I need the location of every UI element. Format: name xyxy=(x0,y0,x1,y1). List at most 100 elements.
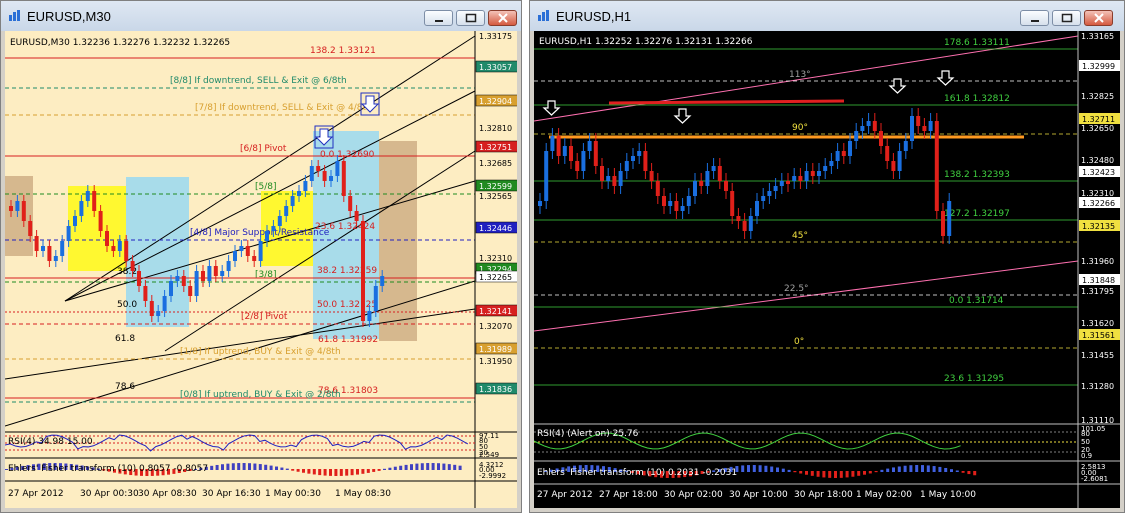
candle xyxy=(367,311,372,321)
candle xyxy=(730,191,735,216)
fisher-bar xyxy=(816,471,820,477)
price-tag-label: 1.32446 xyxy=(479,224,512,233)
price-tag-label: 1.32266 xyxy=(1082,199,1115,208)
price-axis-label: 1.32650 xyxy=(1081,124,1114,133)
fisher-bar xyxy=(302,469,305,473)
level-label: 50.0 xyxy=(117,300,137,310)
rsi-label: RSI(4) 34.98 15.00 xyxy=(8,437,93,447)
candle xyxy=(15,201,20,211)
chart-header: EURUSD,M30 1.32236 1.32276 1.32232 1.322… xyxy=(10,38,230,48)
candle xyxy=(606,176,611,181)
down-arrow-icon xyxy=(542,100,561,116)
candle xyxy=(233,251,237,261)
fisher-bar xyxy=(828,471,832,478)
time-axis-label: 27 Apr 2012 xyxy=(537,490,593,500)
candle xyxy=(860,126,865,131)
candle xyxy=(575,161,580,171)
time-axis-label: 27 Apr 2012 xyxy=(8,489,64,499)
time-axis-label: 30 Apr 02:00 xyxy=(664,490,723,500)
candle xyxy=(245,246,250,256)
level-label: [0/8] If uptrend, BUY & Exit @ 2/8th xyxy=(180,390,341,400)
candle xyxy=(348,196,353,211)
level-label: [8/8] If downtrend, SELL & Exit @ 6/8th xyxy=(170,76,347,86)
candle xyxy=(581,151,586,171)
fisher-bar xyxy=(356,469,359,475)
rsi-label: RSI(4) (Alert on) 25.76 xyxy=(537,429,639,439)
level-label: 178.6 1.33111 xyxy=(944,38,1010,48)
candle xyxy=(239,246,244,251)
time-axis-label: 1 May 08:30 xyxy=(335,489,391,499)
candle xyxy=(668,201,673,206)
price-tag-label: 1.31848 xyxy=(1082,276,1115,285)
minimize-button[interactable] xyxy=(424,10,453,26)
minimize-button[interactable] xyxy=(1020,10,1049,26)
down-arrow-icon xyxy=(936,70,955,86)
candle xyxy=(130,261,135,271)
chart-window-eurusd-h1[interactable]: EURUSD,H1 178.6 1.33111 113° 161.8 1.32812… xyxy=(529,0,1125,513)
m30-chart-area[interactable]: 138.2 1.33121 [8/8] If downtrend, SELL & … xyxy=(5,31,517,508)
candle xyxy=(226,261,231,271)
candle xyxy=(162,296,167,311)
fisher-label: Ehlers' Fisher transform (10) 0.2031 -0.… xyxy=(537,468,737,478)
level-label: 138.2 1.32393 xyxy=(944,170,1010,180)
window-titlebar[interactable]: EURUSD,M30 xyxy=(1,1,521,31)
level-label: [7/8] If downtrend, SELL & Exit @ 4/8th xyxy=(195,103,372,113)
fisher-bar xyxy=(210,465,214,470)
candle xyxy=(85,191,90,201)
fisher-bar xyxy=(437,463,440,470)
window-titlebar[interactable]: EURUSD,H1 xyxy=(530,1,1124,31)
m30-chart-canvas[interactable]: 138.2 1.33121 [8/8] If downtrend, SELL & … xyxy=(5,31,517,508)
candle xyxy=(922,126,927,131)
fisher-bar xyxy=(393,466,397,470)
candle xyxy=(380,276,385,286)
candle xyxy=(680,206,685,211)
candle xyxy=(28,221,33,236)
level-label: 45° xyxy=(792,231,808,241)
level-label: [6/8] Pivot xyxy=(240,144,287,154)
close-button[interactable] xyxy=(1084,10,1113,26)
candle xyxy=(903,141,908,151)
fisher-bar xyxy=(442,463,446,470)
maximize-button[interactable] xyxy=(1052,10,1081,26)
candle xyxy=(271,226,276,231)
candle xyxy=(798,176,803,181)
h1-chart-area[interactable]: 178.6 1.33111 113° 161.8 1.32812 90° 138.2 1… xyxy=(534,31,1120,508)
candle xyxy=(41,246,45,251)
time-axis-label: 1 May 00:30 xyxy=(265,489,321,499)
fisher-bar xyxy=(237,463,241,470)
fisher-bar xyxy=(221,464,224,470)
minimize-icon xyxy=(435,20,443,22)
h1-chart-canvas[interactable]: 178.6 1.33111 113° 161.8 1.32812 90° 138.2 1… xyxy=(534,31,1120,508)
candle xyxy=(284,206,289,216)
fisher-bar xyxy=(253,463,257,470)
chart-window-icon xyxy=(538,10,549,21)
candle xyxy=(655,181,660,196)
fisher-bar xyxy=(781,468,785,472)
candle xyxy=(538,201,542,206)
fisher-bar xyxy=(366,469,370,473)
candle xyxy=(934,121,939,211)
fisher-bar xyxy=(350,469,354,476)
chart-window-eurusd-m30[interactable]: EURUSD,M30 138.2 1.33121 [8/8] If downtre… xyxy=(0,0,522,513)
time-axis-label: 1 May 02:00 xyxy=(856,490,912,500)
candle xyxy=(724,181,728,191)
candle xyxy=(341,161,346,196)
fisher-bar xyxy=(399,465,403,470)
minimize-icon xyxy=(1031,20,1039,22)
price-tag-label: 1.33057 xyxy=(479,63,512,72)
close-button[interactable] xyxy=(488,10,517,26)
candle xyxy=(686,196,691,206)
fisher-bar xyxy=(383,468,386,470)
candle xyxy=(79,201,84,216)
price-tag-label: 1.31836 xyxy=(479,385,512,394)
maximize-button[interactable] xyxy=(456,10,485,26)
fisher-bar xyxy=(880,469,884,472)
candle xyxy=(779,181,784,186)
candle xyxy=(562,146,567,156)
price-axis-label: 1.32825 xyxy=(1081,92,1114,101)
fisher-bar xyxy=(242,463,246,470)
candle xyxy=(600,166,604,181)
fisher-bar xyxy=(334,469,338,476)
candle xyxy=(335,161,340,176)
candle xyxy=(705,171,710,186)
